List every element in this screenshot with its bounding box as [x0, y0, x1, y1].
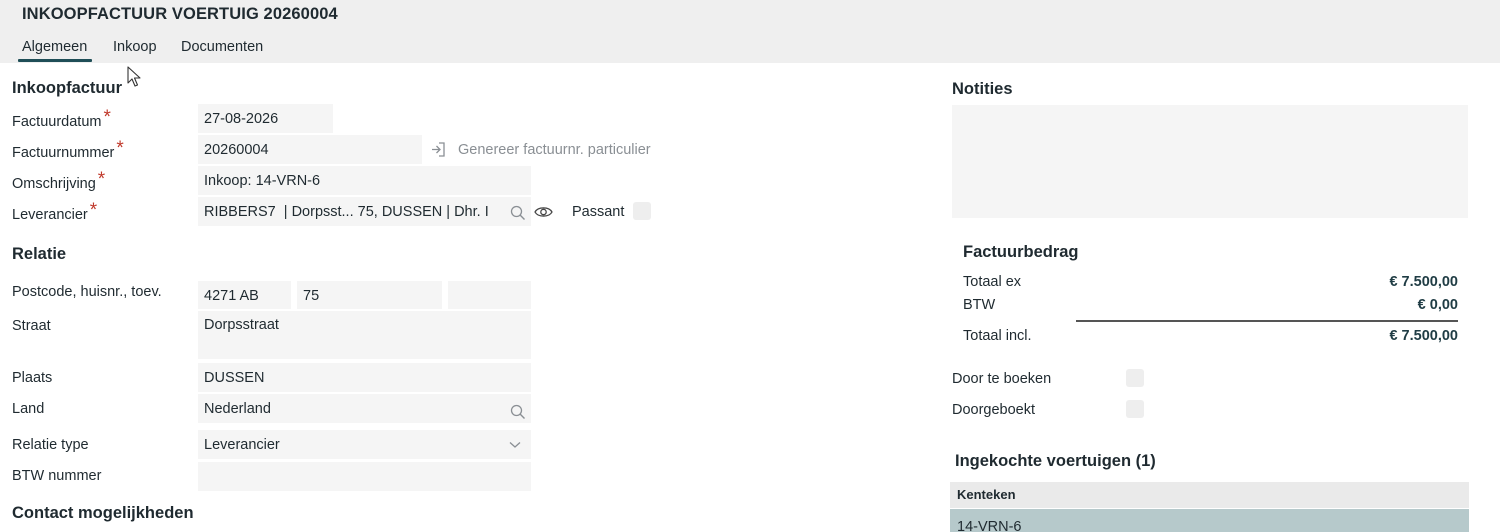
relatie-type-label: Relatie type	[12, 437, 89, 453]
plaats-input[interactable]: DUSSEN	[198, 363, 531, 392]
tab-algemeen[interactable]: Algemeen	[22, 39, 87, 55]
section-title-contact: Contact mogelijkheden	[12, 504, 194, 522]
straat-label: Straat	[12, 318, 51, 334]
page-header: INKOOPFACTUUR VOERTUIG 20260004 Algemeen…	[0, 0, 1500, 63]
btw-nummer-label: BTW nummer	[12, 468, 102, 484]
totaal-incl-value: € 7.500,00	[1389, 328, 1458, 344]
section-title-relatie: Relatie	[12, 245, 67, 263]
passant-label: Passant	[572, 204, 625, 220]
passant-checkbox[interactable]	[633, 202, 651, 220]
door-te-boeken-checkbox[interactable]	[1126, 369, 1144, 387]
search-icon[interactable]	[510, 205, 526, 221]
search-icon[interactable]	[510, 404, 526, 420]
leverancier-value: RIBBERS7 | Dorpsst... 75, DUSSEN | Dhr. …	[204, 204, 489, 220]
btw-nummer-input[interactable]	[198, 462, 531, 491]
totals-divider	[1076, 320, 1458, 322]
totaal-incl-label: Totaal incl.	[963, 328, 1032, 344]
btw-value: € 0,00	[1417, 297, 1458, 313]
postcode-input[interactable]: 4271 AB	[198, 281, 291, 309]
postcode-label: Postcode, huisnr., toev.	[12, 284, 162, 300]
chevron-down-icon[interactable]	[509, 441, 521, 449]
notities-textarea[interactable]	[952, 105, 1468, 218]
totaal-ex-label: Totaal ex	[963, 274, 1022, 290]
relatie-type-select[interactable]: Leverancier	[198, 430, 531, 459]
doorgeboekt-checkbox[interactable]	[1126, 400, 1144, 418]
factuurnummer-label: Factuurnummer *	[12, 138, 124, 161]
leverancier-input[interactable]: RIBBERS7 | Dorpsst... 75, DUSSEN | Dhr. …	[198, 197, 531, 226]
totaal-ex-value: € 7.500,00	[1389, 274, 1458, 290]
omschrijving-input[interactable]: Inkoop: 14-VRN-6	[198, 166, 531, 195]
factuurnummer-input[interactable]: 20260004	[198, 135, 422, 164]
factuurbedrag-title: Factuurbedrag	[963, 243, 1079, 261]
straat-input[interactable]: Dorpsstraat	[198, 311, 531, 359]
leverancier-label: Leverancier *	[12, 200, 98, 223]
door-te-boeken-label: Door te boeken	[952, 371, 1052, 387]
eye-icon[interactable]	[534, 205, 553, 219]
doorgeboekt-label: Doorgeboekt	[952, 402, 1036, 418]
mouse-cursor-icon	[127, 66, 141, 87]
notities-title: Notities	[952, 80, 1013, 98]
ingekochte-voertuigen-title: Ingekochte voertuigen (1)	[955, 452, 1156, 470]
toevoeging-input[interactable]	[448, 281, 531, 309]
table-row[interactable]: 14-VRN-6	[950, 509, 1469, 532]
section-title-inkoopfactuur: Inkoopfactuur	[12, 79, 122, 97]
land-input[interactable]: Nederland	[198, 394, 531, 423]
required-marker: *	[97, 169, 106, 190]
tab-documenten[interactable]: Documenten	[181, 39, 263, 55]
required-marker: *	[103, 107, 111, 128]
plaats-label: Plaats	[12, 370, 53, 386]
huisnummer-input[interactable]: 75	[297, 281, 442, 309]
factuurdatum-label: Factuurdatum *	[12, 107, 111, 130]
table-header-kenteken[interactable]: Kenteken	[950, 482, 1469, 508]
page-title: INKOOPFACTUUR VOERTUIG 20260004	[22, 5, 338, 23]
factuurdatum-input[interactable]: 27-08-2026	[198, 104, 333, 133]
btw-label: BTW	[963, 297, 996, 313]
land-label: Land	[12, 401, 45, 417]
sign-in-icon	[432, 142, 445, 157]
required-marker: *	[116, 138, 124, 159]
active-tab-indicator	[18, 59, 92, 62]
omschrijving-label: Omschrijving *	[12, 169, 106, 192]
tab-inkoop[interactable]: Inkoop	[113, 39, 157, 55]
required-marker: *	[89, 200, 98, 221]
generate-invoice-number-label: Genereer factuurnr. particulier	[458, 142, 651, 158]
